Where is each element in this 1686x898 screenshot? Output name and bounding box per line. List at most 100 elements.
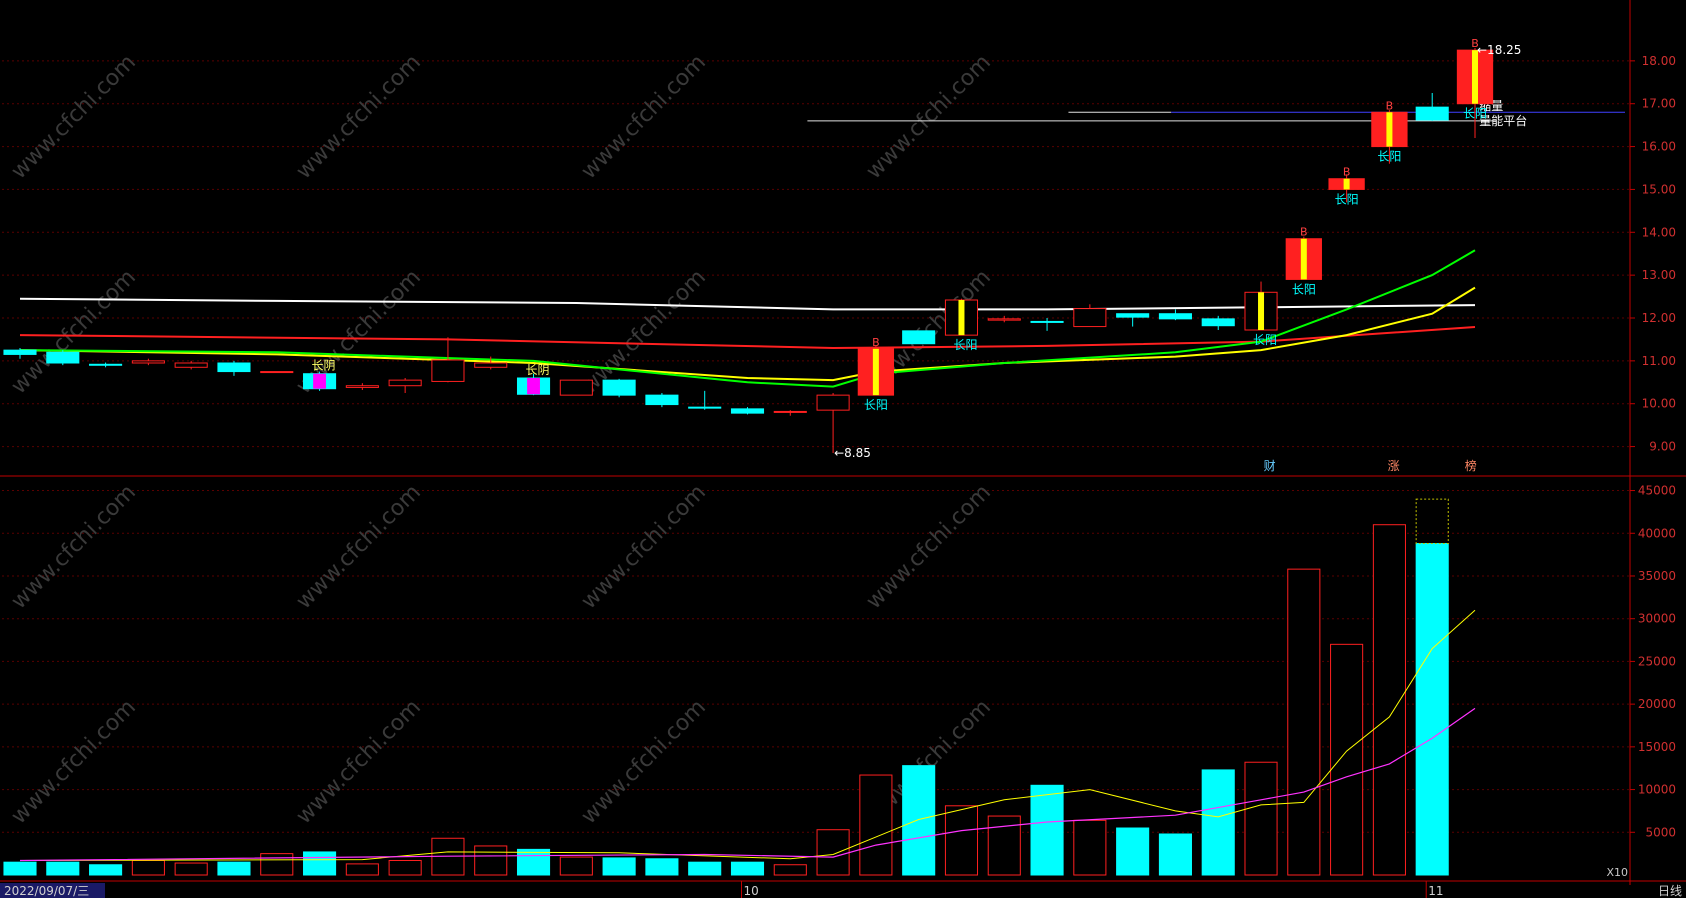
- volume-bar: [474, 845, 508, 876]
- candle-body: [987, 318, 1021, 321]
- volume-bar: [1330, 643, 1364, 876]
- candle-body: [388, 379, 422, 387]
- volume-bar: [902, 765, 936, 876]
- candle-body: [345, 385, 379, 388]
- price-tick-label: 13.00: [1642, 268, 1676, 282]
- volume-bar: [388, 859, 422, 876]
- candle-body: [602, 379, 636, 396]
- candle-body: [688, 406, 722, 409]
- event-marker: 财: [1264, 459, 1276, 473]
- candle-body: [174, 362, 208, 368]
- volume-bar: [1287, 568, 1321, 876]
- volume-bar: [944, 805, 979, 876]
- candle-marker-yellow: [958, 300, 965, 336]
- volume-bar: [1244, 761, 1278, 876]
- candle-marker-yellow: [1300, 238, 1307, 280]
- volume-tick-label: 5000: [1645, 825, 1676, 839]
- candle-marker-yellow: [872, 348, 879, 396]
- price-tick-label: 17.00: [1642, 97, 1676, 111]
- price-tick-label: 12.00: [1642, 311, 1676, 325]
- volume-tick-label: 35000: [1638, 569, 1676, 583]
- volume-tick-label: 40000: [1638, 526, 1676, 540]
- period-label: 日线: [1658, 884, 1682, 898]
- buy-marker: B: [872, 336, 880, 349]
- volume-bar: [131, 859, 165, 876]
- candle-body: [730, 408, 765, 414]
- candle-body: [131, 360, 165, 364]
- volume-bar: [1201, 769, 1235, 876]
- volume-bar: [730, 861, 765, 876]
- candle-marker-yellow: [1343, 178, 1350, 190]
- volume-tick-label: 30000: [1638, 612, 1676, 626]
- candle-body: [3, 349, 37, 355]
- candle-tag: 长阳: [1292, 282, 1316, 296]
- buy-marker: B: [1343, 166, 1351, 179]
- candle-body: [1415, 106, 1449, 121]
- x-axis-label: 11: [1428, 884, 1443, 898]
- candle-tag: 长阴: [312, 359, 336, 373]
- candle-body: [816, 394, 850, 411]
- price-tick-label: 10.00: [1642, 397, 1676, 411]
- event-marker: 涨: [1388, 458, 1400, 473]
- volume-bar: [688, 861, 722, 876]
- volume-tick-label: 15000: [1638, 740, 1676, 754]
- volume-bar: [1158, 833, 1192, 876]
- candle-marker-purple: [527, 378, 540, 395]
- candle-marker-yellow: [1472, 50, 1478, 104]
- candle-tag: 长阳: [953, 338, 977, 352]
- candle-body: [902, 330, 936, 345]
- candle-marker-yellow: [1386, 112, 1393, 147]
- candle-tag: 长阳: [864, 398, 888, 412]
- price-tick-label: 9.00: [1649, 440, 1676, 454]
- volume-bar: [1415, 543, 1449, 876]
- event-marker: 榜: [1465, 458, 1477, 473]
- volume-bar: [3, 861, 37, 876]
- volume-bar: [89, 864, 123, 876]
- volume-bar: [559, 856, 593, 876]
- candle-marker-purple: [313, 373, 326, 389]
- price-tick-label: 18.00: [1642, 54, 1676, 68]
- volume-bar: [260, 853, 294, 876]
- candle-body: [1158, 313, 1192, 320]
- candle-tag: 长阳: [1253, 333, 1277, 347]
- buy-marker: B: [1300, 226, 1308, 239]
- volume-bar: [1116, 827, 1150, 876]
- volume-tick-label: 20000: [1638, 697, 1676, 711]
- volume-bar: [816, 829, 850, 876]
- candle-body: [559, 379, 593, 396]
- buy-marker: B: [1386, 99, 1394, 112]
- volume-bar: [345, 863, 379, 876]
- volume-tick-label: 45000: [1638, 484, 1676, 498]
- volume-bar: [303, 851, 337, 876]
- candle-tag: 长阳: [1377, 150, 1401, 164]
- high-price-label: ←18.25: [1477, 43, 1521, 57]
- candle-marker-yellow: [1258, 292, 1265, 330]
- kline-chart[interactable]: 9.00 10.00 11.00 12.00 13.00 14.00 15.00 16.00 1…: [0, 0, 1686, 898]
- price-tick-label: 16.00: [1642, 140, 1676, 154]
- volume-bar: [46, 861, 80, 876]
- candle-body: [474, 362, 508, 368]
- candle-body: [645, 394, 679, 406]
- candle-body: [1116, 313, 1150, 318]
- volume-bar: [1073, 819, 1107, 876]
- volume-bar: [516, 848, 551, 876]
- volume-tick-label: 10000: [1638, 783, 1676, 797]
- candle-body: [89, 363, 123, 366]
- volume-bar: [773, 864, 807, 876]
- volume-bar: [859, 774, 893, 876]
- volume-unit-label: X10: [1606, 866, 1628, 879]
- x-axis-label: 10: [744, 884, 759, 898]
- candle-tag: 长阳: [1463, 107, 1487, 121]
- volume-tick-label: 25000: [1638, 654, 1676, 668]
- candle-tag: 长阴: [526, 363, 550, 377]
- x-axis-label: 2022/09/07/三: [4, 884, 89, 898]
- candle-body: [1201, 318, 1235, 327]
- candle-body: [260, 371, 294, 374]
- volume-bar: [645, 858, 679, 876]
- candle-body: [46, 351, 80, 364]
- price-tick-label: 11.00: [1642, 354, 1676, 368]
- candle-body: [431, 359, 465, 382]
- candle-tag: 长阳: [1335, 192, 1359, 206]
- volume-bar: [174, 862, 208, 876]
- candle-body: [1073, 308, 1107, 328]
